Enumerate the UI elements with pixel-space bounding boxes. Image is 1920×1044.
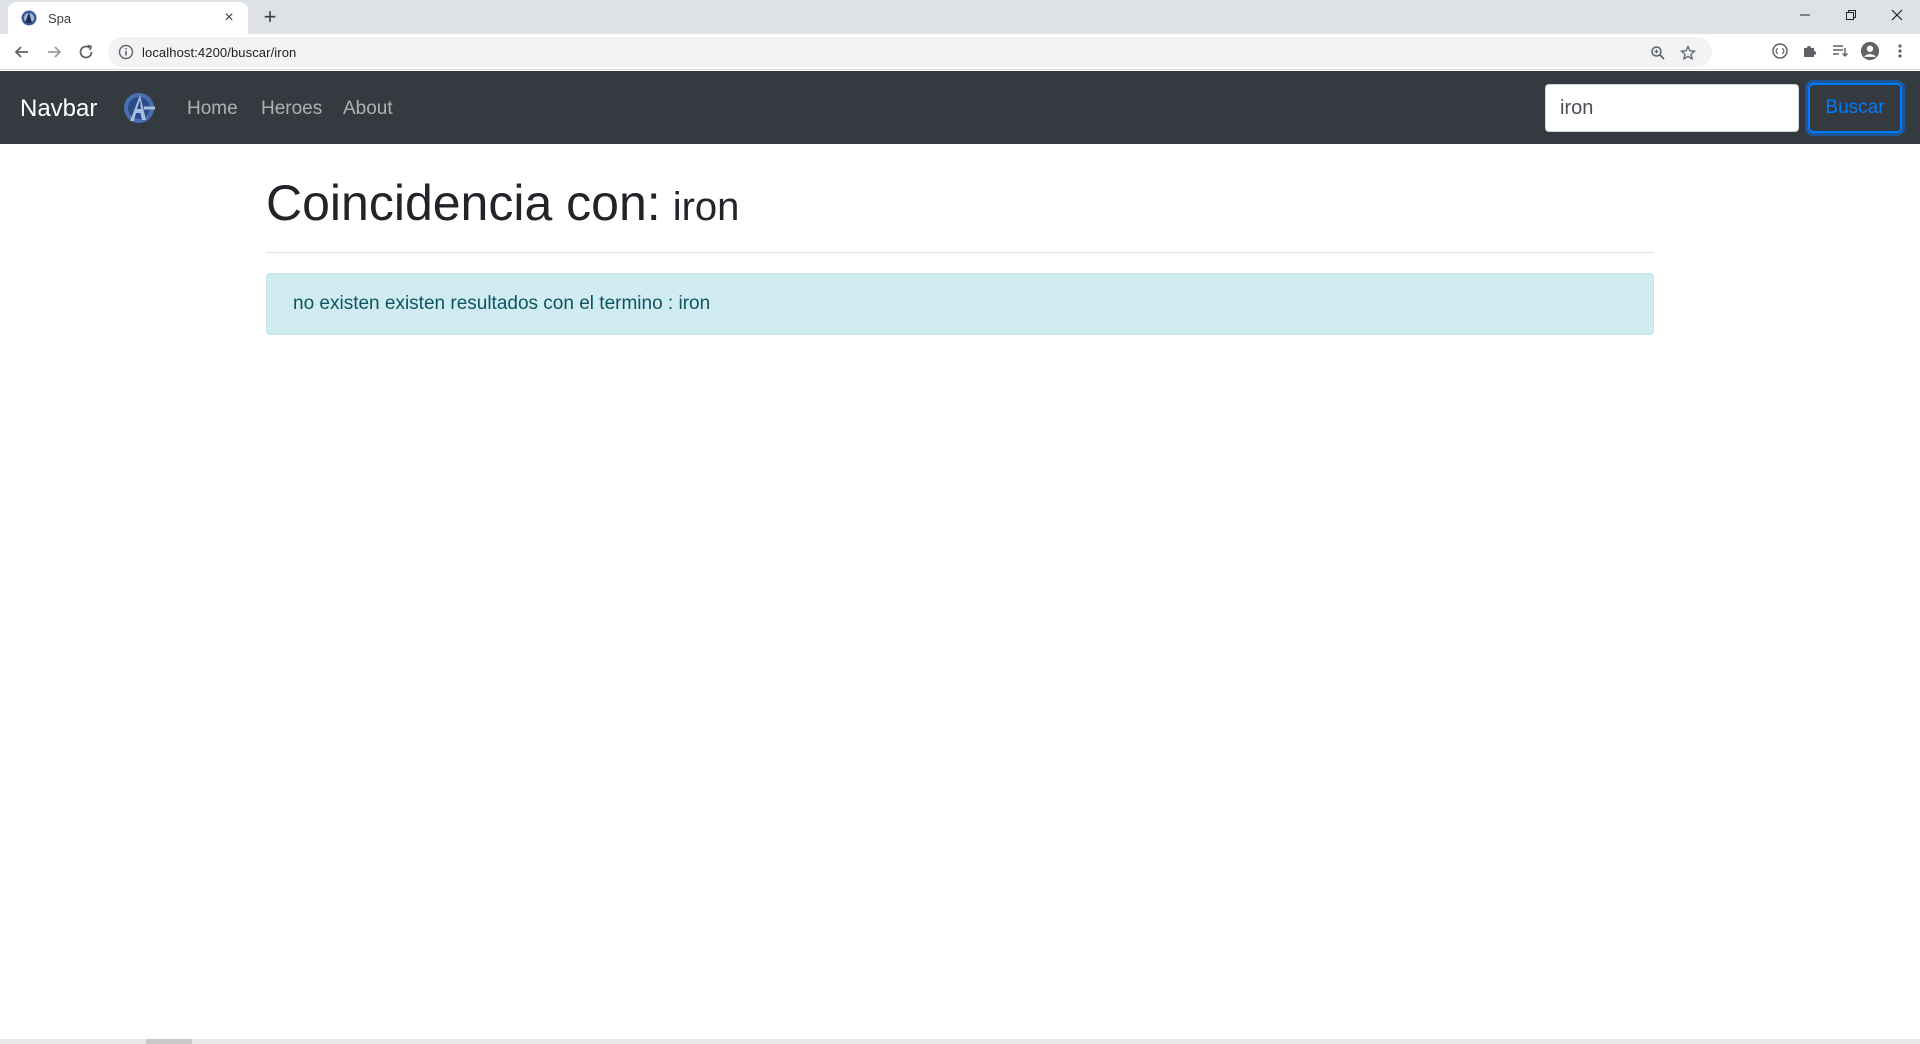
heading-search-term: iron xyxy=(672,185,740,229)
new-tab-button[interactable]: + xyxy=(258,4,282,29)
zoom-icon[interactable] xyxy=(1648,43,1668,63)
avengers-logo-icon[interactable] xyxy=(122,91,156,125)
info-icon[interactable] xyxy=(118,44,134,60)
menu-icon[interactable] xyxy=(1890,41,1910,61)
no-results-alert: no existen existen resultados con el ter… xyxy=(266,273,1654,335)
close-tab-icon[interactable]: × xyxy=(220,9,238,27)
minimize-icon[interactable] xyxy=(1782,0,1828,30)
window-controls xyxy=(1782,0,1920,30)
restore-icon[interactable] xyxy=(1828,0,1874,30)
url-text: localhost:4200/buscar/iron xyxy=(142,44,297,60)
extension-icon[interactable] xyxy=(1770,41,1790,61)
heading-label: Coincidencia con: xyxy=(266,175,661,231)
browser-tabstrip: Spa × + xyxy=(0,0,1920,34)
avengers-favicon-icon xyxy=(20,9,38,27)
reading-list-icon[interactable] xyxy=(1830,41,1850,61)
back-icon[interactable] xyxy=(8,38,36,66)
horizontal-scrollbar[interactable] xyxy=(0,1039,1920,1044)
nav-link-heroes[interactable]: Heroes xyxy=(261,98,322,120)
main-container: Coincidencia con: iron no existen existe… xyxy=(266,144,1654,335)
star-icon[interactable] xyxy=(1678,43,1698,63)
search-button[interactable]: Buscar xyxy=(1808,83,1902,133)
reload-icon[interactable] xyxy=(72,38,100,66)
navbar-brand[interactable]: Navbar xyxy=(20,95,97,123)
browser-tab[interactable]: Spa × xyxy=(8,2,248,34)
nav-link-about[interactable]: About xyxy=(343,98,393,120)
puzzle-icon[interactable] xyxy=(1800,41,1820,61)
scrollbar-thumb[interactable] xyxy=(146,1039,192,1044)
profile-icon[interactable] xyxy=(1860,41,1880,61)
page-title: Coincidencia con: iron xyxy=(266,174,1654,232)
forward-icon[interactable] xyxy=(40,38,68,66)
alert-text: no existen existen resultados con el ter… xyxy=(293,293,711,314)
address-bar[interactable]: localhost:4200/buscar/iron xyxy=(108,37,1712,67)
tab-title: Spa xyxy=(48,10,72,26)
nav-link-home[interactable]: Home xyxy=(187,98,238,120)
close-window-icon[interactable] xyxy=(1874,0,1920,30)
search-input[interactable] xyxy=(1545,84,1799,132)
divider xyxy=(266,252,1654,253)
browser-toolbar: localhost:4200/buscar/iron xyxy=(0,34,1920,70)
app-navbar: Navbar Home Heroes About Buscar xyxy=(0,71,1920,144)
